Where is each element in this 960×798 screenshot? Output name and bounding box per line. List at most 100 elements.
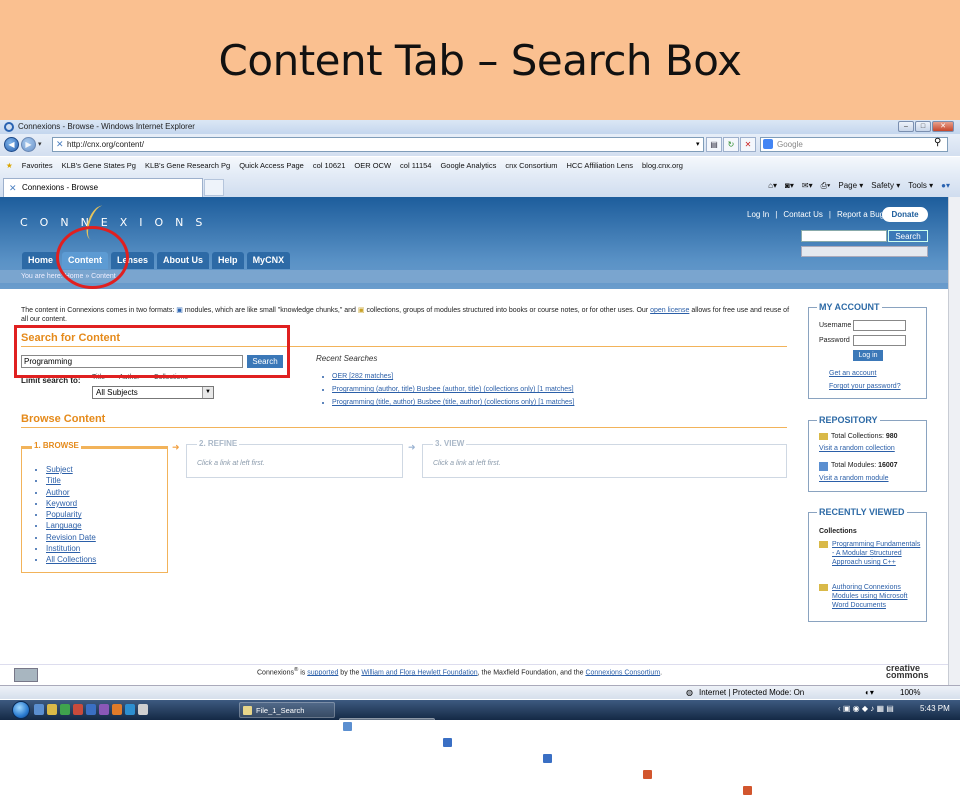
zoom-level[interactable]: 100% bbox=[900, 686, 920, 699]
recent-collection-link[interactable]: Programming Fundamentals - A Modular Str… bbox=[832, 540, 922, 567]
username-label: Username bbox=[819, 322, 852, 329]
quick-launch-icon[interactable] bbox=[125, 704, 135, 715]
recently-viewed-box: RECENTLY VIEWED Collections Programming … bbox=[808, 507, 927, 622]
nav-tab-help[interactable]: Help bbox=[212, 252, 244, 269]
site-search-input[interactable] bbox=[801, 230, 887, 242]
creative-commons-logo[interactable]: creative commons bbox=[886, 664, 942, 680]
feeds-icon[interactable]: ◙▾ bbox=[785, 179, 794, 193]
favorite-link[interactable]: HCC Affiliation Lens bbox=[566, 157, 633, 175]
nav-tab-home[interactable]: Home bbox=[22, 252, 60, 269]
tools-menu[interactable]: Tools ▾ bbox=[908, 179, 933, 193]
taskbar-item[interactable]: Share.doc [Comp... bbox=[439, 734, 535, 750]
password-label: Password bbox=[819, 337, 850, 344]
minimize-button[interactable]: – bbox=[898, 121, 914, 132]
close-button[interactable]: ✕ bbox=[932, 121, 954, 132]
quick-launch-icon[interactable] bbox=[112, 704, 122, 715]
site-search-button[interactable]: Search bbox=[888, 230, 928, 242]
random-module-link[interactable]: Visit a random module bbox=[819, 475, 889, 482]
favorite-link[interactable]: OER OCW bbox=[354, 157, 391, 175]
browser-search-input[interactable]: Google bbox=[760, 137, 948, 152]
random-collection-link[interactable]: Visit a random collection bbox=[819, 445, 895, 452]
home-icon[interactable]: ⌂▾ bbox=[768, 179, 777, 193]
status-tools-icon[interactable]: ◐▾ bbox=[865, 686, 874, 699]
favorite-link[interactable]: blog.cnx.org bbox=[642, 157, 683, 175]
quick-launch-icon[interactable] bbox=[34, 704, 44, 715]
mail-icon[interactable]: ✉▾ bbox=[802, 179, 813, 193]
browse-link[interactable]: Title bbox=[46, 476, 61, 485]
recent-search-link[interactable]: Programming (author, title) Busbee (auth… bbox=[332, 386, 574, 393]
login-link[interactable]: Log In bbox=[747, 210, 769, 219]
recent-search-link[interactable]: OER [282 matches] bbox=[332, 373, 393, 380]
consortium-link[interactable]: Connexions Consortium bbox=[585, 669, 660, 676]
open-license-link[interactable]: open license bbox=[650, 307, 689, 314]
taskbar-item[interactable]: Content_Tab.pptx bbox=[739, 782, 823, 798]
login-button[interactable]: Log in bbox=[853, 350, 883, 361]
maximize-button[interactable]: □ bbox=[915, 121, 931, 132]
page-menu[interactable]: Page ▾ bbox=[838, 179, 863, 193]
taskbar-item[interactable]: File_1_Search bbox=[239, 702, 335, 718]
browse-link[interactable]: All Collections bbox=[46, 555, 96, 564]
report-bug-link[interactable]: Report a Bug bbox=[837, 210, 884, 219]
favorite-link[interactable]: cnx Consortium bbox=[505, 157, 557, 175]
favorites-button[interactable]: Favorites bbox=[22, 157, 53, 175]
safety-menu[interactable]: Safety ▾ bbox=[871, 179, 900, 193]
collection-icon bbox=[819, 541, 828, 548]
search-icon[interactable]: ⚲ bbox=[934, 137, 941, 148]
browse-link[interactable]: Popularity bbox=[46, 510, 82, 519]
donate-button[interactable]: Donate bbox=[882, 207, 928, 222]
footer-logo-icon bbox=[14, 668, 38, 682]
get-account-link[interactable]: Get an account bbox=[829, 370, 876, 377]
quick-launch-icon[interactable] bbox=[138, 704, 148, 715]
quick-launch-icon[interactable] bbox=[86, 704, 96, 715]
new-tab-button[interactable] bbox=[204, 179, 224, 196]
quick-launch-icon[interactable] bbox=[99, 704, 109, 715]
recent-search-link[interactable]: Programming (title, author) Busbee (titl… bbox=[332, 399, 574, 406]
browse-heading: Browse Content bbox=[21, 413, 106, 425]
refresh-icon[interactable]: ↻ bbox=[723, 137, 739, 152]
contact-link[interactable]: Contact Us bbox=[783, 210, 823, 219]
address-bar[interactable]: http://cnx.org/content/ bbox=[52, 137, 704, 152]
browse-link[interactable]: Author bbox=[46, 488, 70, 497]
recent-collection-link[interactable]: Authoring Connexions Modules using Micro… bbox=[832, 583, 922, 610]
help-icon[interactable]: ●▾ bbox=[941, 179, 950, 193]
favorite-link[interactable]: col 10621 bbox=[313, 157, 346, 175]
browse-link[interactable]: Subject bbox=[46, 465, 73, 474]
browse-link[interactable]: Language bbox=[46, 521, 82, 530]
header-scroller[interactable] bbox=[801, 246, 928, 257]
compatibility-icon[interactable]: ▤ bbox=[706, 137, 722, 152]
favorite-link[interactable]: col 11154 bbox=[400, 157, 431, 175]
hewlett-link[interactable]: William and Flora Hewlett Foundation bbox=[361, 669, 477, 676]
favorite-link[interactable]: KLB's Gene Research Pg bbox=[145, 157, 230, 175]
quick-launch-icon[interactable] bbox=[73, 704, 83, 715]
favorite-link[interactable]: KLB's Gene States Pg bbox=[62, 157, 136, 175]
stop-icon[interactable]: ✕ bbox=[740, 137, 756, 152]
supported-link[interactable]: supported bbox=[307, 669, 338, 676]
taskbar-item[interactable]: Connexions - Bro... bbox=[339, 718, 435, 734]
password-field[interactable] bbox=[853, 335, 906, 346]
nav-tab-mycnx[interactable]: MyCNX bbox=[246, 252, 291, 269]
quick-launch-icon[interactable] bbox=[60, 704, 70, 715]
start-button[interactable] bbox=[12, 701, 30, 719]
browse-link[interactable]: Keyword bbox=[46, 499, 77, 508]
browse-link[interactable]: Institution bbox=[46, 544, 80, 553]
browse-link[interactable]: Revision Date bbox=[46, 533, 96, 542]
tray-icons[interactable]: ‹ ▣ ◉ ◆ ♪ ▦ ▤ bbox=[838, 704, 894, 713]
browser-tab[interactable]: ✕ Connexions - Browse bbox=[3, 178, 203, 197]
forward-button[interactable]: ▶ bbox=[21, 137, 36, 152]
favorite-link[interactable]: Quick Access Page bbox=[239, 157, 304, 175]
print-icon[interactable]: ⎙▾ bbox=[821, 179, 831, 193]
connexions-logo[interactable]: CONNEXIONS bbox=[20, 216, 214, 229]
history-dropdown-icon[interactable]: ▾ bbox=[38, 140, 42, 148]
favorites-star-icon[interactable]: ★ bbox=[6, 157, 13, 175]
nav-tab-about[interactable]: About Us bbox=[157, 252, 210, 269]
username-field[interactable] bbox=[853, 320, 906, 331]
back-button[interactable]: ◀ bbox=[4, 137, 19, 152]
taskbar-item[interactable]: Lens_Use.doc [Co... bbox=[539, 750, 635, 766]
taskbar-item[interactable]: Example_1_Slide_1... bbox=[639, 766, 735, 782]
quick-launch-icon[interactable] bbox=[47, 704, 57, 715]
forgot-password-link[interactable]: Forgot your password? bbox=[829, 383, 901, 390]
subject-select[interactable]: All Subjects ▼ bbox=[92, 386, 214, 399]
address-dropdown-icon[interactable]: ▾ bbox=[696, 140, 700, 148]
favorite-link[interactable]: Google Analytics bbox=[440, 157, 496, 175]
vertical-scrollbar[interactable] bbox=[948, 197, 960, 685]
